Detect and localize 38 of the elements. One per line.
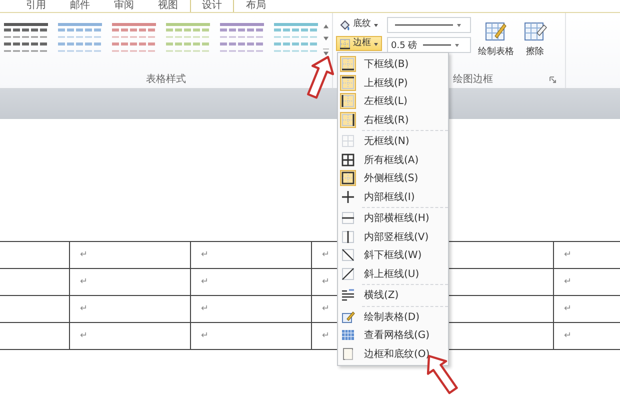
menu-item[interactable]: 上框线(P): [338, 74, 448, 92]
caret-icon: [373, 40, 379, 46]
table-cell: ↵: [70, 296, 190, 322]
borders-button[interactable]: 边框: [336, 36, 382, 51]
line-style-dropdown[interactable]: [387, 17, 471, 33]
table-cell: ↵: [554, 242, 620, 268]
table-cell: ↵: [70, 268, 190, 296]
ribbon-tab[interactable]: 视图: [146, 0, 190, 12]
menu-item[interactable]: 下框线(B): [338, 55, 448, 74]
table-cell: ↵: [70, 242, 190, 268]
paint-bucket-icon: [339, 18, 351, 30]
bottom-border-icon: [339, 38, 351, 50]
menu-item[interactable]: 外侧框线(S): [338, 169, 448, 188]
table-cell: ↵: [70, 322, 190, 350]
menu-item[interactable]: 所有框线(A): [338, 150, 448, 169]
ribbon-tab[interactable]: 引用: [14, 0, 58, 12]
table-cell: ↵: [190, 242, 312, 268]
menu-item[interactable]: 右框线(R): [338, 110, 448, 129]
ribbon-tab[interactable]: 邮件: [58, 0, 102, 12]
menu-item[interactable]: 左框线(L): [338, 92, 448, 110]
shading-button[interactable]: 底纹: [336, 17, 382, 32]
menu-item[interactable]: 内部横框线(H): [338, 209, 448, 228]
eraser-button[interactable]: 擦除: [521, 17, 549, 60]
ribbon-tab[interactable]: 布局: [234, 0, 278, 12]
menu-item[interactable]: 无框线(N): [338, 132, 448, 150]
draw-table-button[interactable]: 绘制表格: [476, 17, 516, 60]
annotation-arrow: [307, 56, 334, 99]
line-weight-dropdown[interactable]: 0.5 磅: [387, 37, 471, 53]
caret-icon: [373, 22, 379, 28]
table-cell: ↵: [190, 322, 312, 350]
line-sample-icon: [421, 41, 462, 49]
menu-item[interactable]: 内部框线(I): [338, 188, 448, 206]
ribbon-tab[interactable]: 设计: [190, 0, 234, 12]
dialog-launcher-icon[interactable]: [549, 76, 556, 82]
group-label: 表格样式: [145, 72, 187, 87]
group-label: 绘图边框: [453, 72, 493, 86]
table-cell: ↵: [190, 296, 312, 322]
table-cell: ↵: [190, 268, 312, 296]
